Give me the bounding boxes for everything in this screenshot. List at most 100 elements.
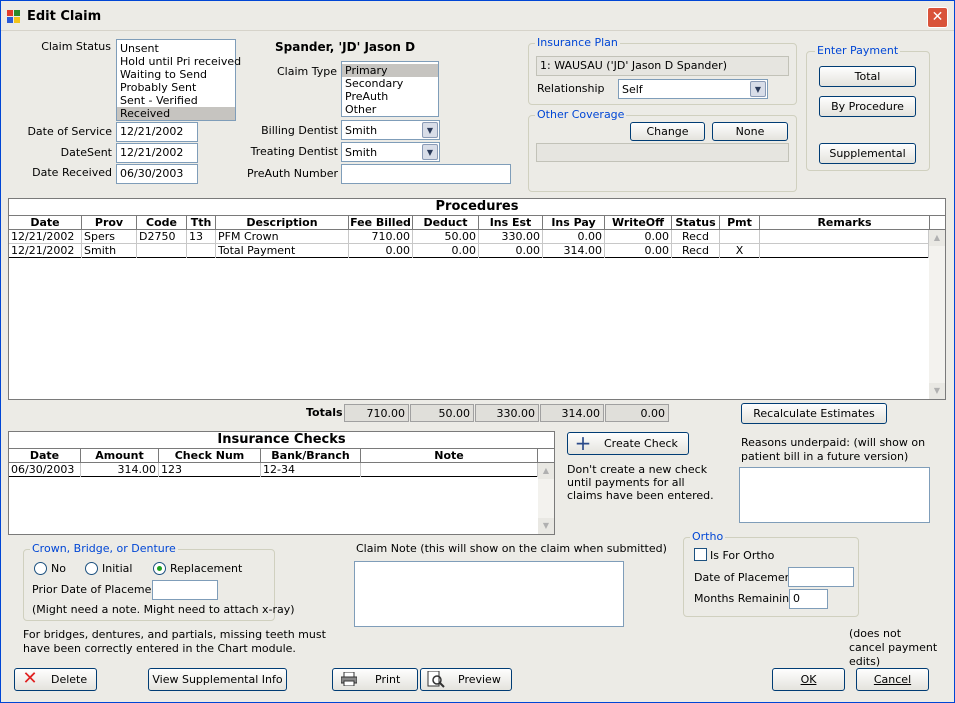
column-header[interactable]: Check Num [159, 449, 261, 463]
total-ins-pay: 314.00 [540, 404, 604, 422]
claim-status-list[interactable]: Unsent Hold until Pri received Waiting t… [116, 39, 241, 121]
total-fee-billed: 710.00 [344, 404, 409, 422]
none-coverage-button[interactable]: None [712, 122, 788, 141]
totals-label: Totals [306, 406, 343, 419]
scroll-up-icon[interactable]: ▲ [929, 230, 945, 246]
cell: 330.00 [479, 230, 543, 244]
checks-scrollbar[interactable]: ▲ ▼ [538, 463, 554, 534]
close-icon[interactable]: ✕ [927, 7, 948, 28]
cell: Total Payment [216, 244, 349, 258]
claim-type-option-selected[interactable]: Primary [342, 64, 438, 77]
column-header[interactable]: Tth [187, 216, 216, 230]
other-coverage-title: Other Coverage [535, 108, 627, 121]
column-header[interactable]: Description [216, 216, 349, 230]
table-row[interactable]: 06/30/2003 314.00 123 12-34 [9, 463, 538, 477]
replacement-radio[interactable] [153, 562, 166, 575]
column-header[interactable]: Fee Billed [349, 216, 413, 230]
delete-button[interactable]: ✕ Delete [14, 668, 97, 691]
cell [137, 244, 187, 258]
date-received-label: Date Received [32, 166, 112, 179]
cell: 0.00 [349, 244, 413, 258]
other-coverage-field [536, 143, 789, 162]
crown-hint: (Might need a note. Might need to attach… [32, 603, 295, 616]
initial-radio[interactable] [85, 562, 98, 575]
table-row[interactable]: 12/21/2002 Smith Total Payment 0.00 0.00… [9, 244, 929, 258]
cancel-button[interactable]: Cancel [856, 668, 929, 691]
chevron-down-icon[interactable]: ▼ [422, 144, 438, 160]
print-button[interactable]: Print [332, 668, 418, 691]
ok-button[interactable]: OK [772, 668, 845, 691]
column-header[interactable]: Pmt [720, 216, 760, 230]
claim-status-option[interactable]: Sent - Verified [117, 94, 235, 107]
scroll-down-icon[interactable]: ▼ [929, 383, 945, 399]
column-header[interactable]: Date [9, 216, 82, 230]
chevron-down-icon[interactable]: ▼ [750, 81, 766, 97]
cell: D2750 [137, 230, 187, 244]
date-sent-field[interactable]: 12/21/2002 [116, 143, 198, 163]
claim-status-option[interactable]: Waiting to Send [117, 68, 235, 81]
treating-dentist-select[interactable]: Smith ▼ [341, 142, 440, 162]
column-header[interactable]: Amount [81, 449, 159, 463]
ortho-placement-field[interactable] [788, 567, 854, 587]
cell: 12/21/2002 [9, 230, 82, 244]
column-header[interactable]: WriteOff [605, 216, 672, 230]
billing-dentist-value: Smith [345, 124, 378, 137]
column-header[interactable]: Status [672, 216, 720, 230]
claim-type-option[interactable]: PreAuth [342, 90, 438, 103]
cell: 123 [159, 463, 261, 477]
cell: 12-34 [261, 463, 361, 477]
no-radio[interactable] [34, 562, 47, 575]
column-header[interactable]: Deduct [413, 216, 479, 230]
change-coverage-button[interactable]: Change [630, 122, 705, 141]
claim-note-field[interactable] [354, 561, 624, 627]
claim-status-option[interactable]: Probably Sent [117, 81, 235, 94]
column-header[interactable]: Code [137, 216, 187, 230]
column-header[interactable]: Note [361, 449, 538, 463]
prior-placement-field[interactable] [152, 580, 218, 600]
supplemental-button[interactable]: Supplemental [819, 143, 916, 164]
relationship-select[interactable]: Self ▼ [618, 79, 768, 99]
replacement-radio-label: Replacement [170, 562, 243, 575]
chevron-down-icon[interactable]: ▼ [422, 122, 438, 138]
billing-dentist-select[interactable]: Smith ▼ [341, 120, 440, 140]
is-for-ortho-checkbox[interactable] [694, 548, 707, 561]
claim-status-option[interactable]: Hold until Pri received [117, 55, 241, 68]
delete-x-icon: ✕ [22, 668, 38, 689]
relationship-value: Self [622, 83, 643, 96]
date-received-field[interactable]: 06/30/2003 [116, 164, 198, 184]
months-remaining-field[interactable]: 0 [789, 589, 828, 609]
cell [361, 463, 538, 477]
view-supplemental-button[interactable]: View Supplemental Info [148, 668, 287, 691]
cell: 0.00 [479, 244, 543, 258]
recalculate-estimates-button[interactable]: Recalculate Estimates [741, 403, 887, 424]
column-header[interactable]: Ins Est [479, 216, 543, 230]
is-for-ortho-label: Is For Ortho [710, 549, 775, 562]
preview-button[interactable]: Preview [420, 668, 512, 691]
claim-type-list[interactable]: Primary Secondary PreAuth Other [341, 61, 439, 117]
insurance-checks-header: Date Amount Check Num Bank/Branch Note [9, 449, 554, 463]
column-header[interactable]: Bank/Branch [261, 449, 361, 463]
procedures-scrollbar[interactable]: ▲ ▼ [929, 230, 945, 399]
total-payment-button[interactable]: Total [819, 66, 916, 87]
cell [720, 230, 760, 244]
column-header[interactable]: Ins Pay [543, 216, 605, 230]
column-header[interactable]: Remarks [760, 216, 930, 230]
cell: 0.00 [605, 230, 672, 244]
ortho-title: Ortho [690, 530, 726, 543]
claim-status-option[interactable]: Unsent [117, 42, 235, 55]
create-check-label: Create Check [604, 437, 678, 450]
preauth-label: PreAuth Number [247, 167, 338, 180]
scroll-down-icon[interactable]: ▼ [538, 518, 554, 534]
table-row[interactable]: 12/21/2002 Spers D2750 13 PFM Crown 710.… [9, 230, 929, 244]
date-of-service-field[interactable]: 12/21/2002 [116, 122, 198, 142]
claim-status-option-selected[interactable]: Received [117, 107, 235, 120]
column-header[interactable]: Date [9, 449, 81, 463]
claim-type-option[interactable]: Secondary [342, 77, 438, 90]
column-header[interactable]: Prov [82, 216, 137, 230]
claim-type-option[interactable]: Other [342, 103, 438, 116]
scroll-up-icon[interactable]: ▲ [538, 463, 554, 479]
create-check-button[interactable]: + Create Check [567, 432, 689, 455]
reasons-underpaid-field[interactable] [739, 467, 930, 523]
by-procedure-button[interactable]: By Procedure [819, 96, 916, 117]
preauth-field[interactable] [341, 164, 511, 184]
